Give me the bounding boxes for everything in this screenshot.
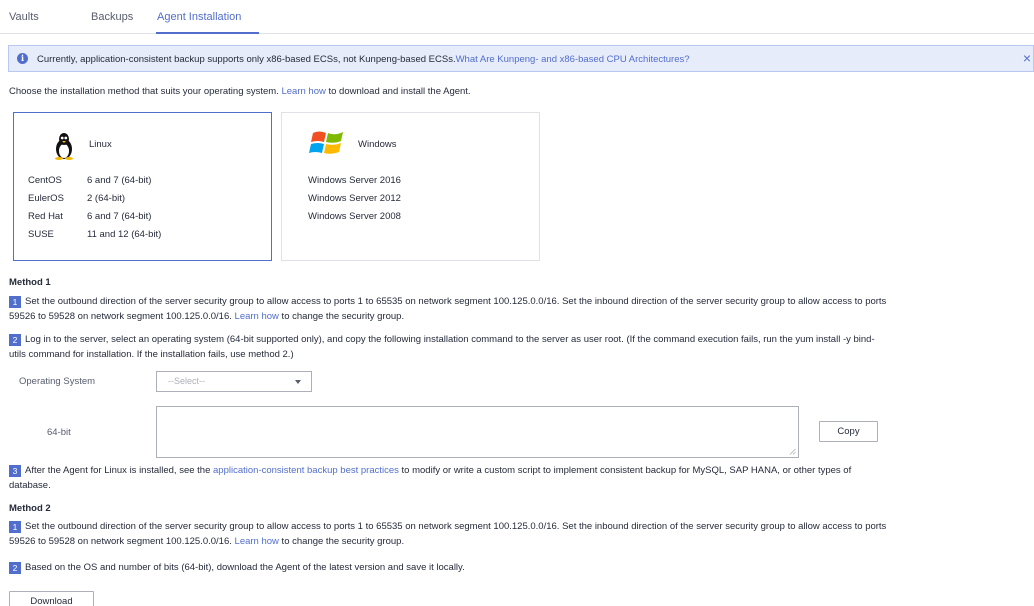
linux-card-title: Linux <box>89 139 112 150</box>
kunpeng-architecture-link[interactable]: What Are Kunpeng- and x86-based CPU Arch… <box>456 54 690 65</box>
step-text: to modify or write a custom script to im… <box>398 465 852 476</box>
bit-label: 64-bit <box>47 427 71 438</box>
windows-version: Windows Server 2012 <box>308 193 401 204</box>
best-practices-link[interactable]: application-consistent backup best pract… <box>213 465 399 476</box>
method-2-step-2: 2 Based on the OS and number of bits (64-… <box>9 562 1029 574</box>
step-text: Set the outbound direction of the server… <box>25 521 887 532</box>
notice-banner: i Currently, application-consistent back… <box>8 45 1034 72</box>
learn-how-install-link[interactable]: Learn how <box>281 86 325 97</box>
os-name: Red Hat <box>28 211 63 222</box>
step-text: After the Agent for Linux is installed, … <box>25 465 214 476</box>
step-text: Set the outbound direction of the server… <box>25 296 887 307</box>
active-tab-indicator <box>156 32 259 34</box>
linux-tux-icon <box>55 133 73 160</box>
method-2-step-1: 1 Set the outbound direction of the serve… <box>9 521 1029 548</box>
step-number: 1 <box>9 296 21 308</box>
step-number: 2 <box>9 562 21 574</box>
intro-before: Choose the installation method that suit… <box>9 86 282 97</box>
step-text: utils command for installation. If the i… <box>9 349 294 360</box>
step-text: database. <box>9 480 51 491</box>
step-number: 1 <box>9 521 21 533</box>
install-command-textarea[interactable] <box>156 406 799 458</box>
os-version: 6 and 7 (64-bit) <box>87 211 152 222</box>
notice-message: Currently, application-consistent backup… <box>37 54 690 65</box>
learn-how-security-group-link[interactable]: Learn how <box>235 536 279 547</box>
tab-agent-installation[interactable]: Agent Installation <box>157 11 241 23</box>
windows-logo-icon <box>309 131 343 154</box>
step-text: to change the security group. <box>278 536 405 547</box>
linux-os-card[interactable]: Linux CentOS 6 and 7 (64-bit) EulerOS 2 … <box>13 112 272 261</box>
select-placeholder: --Select-- <box>168 376 206 386</box>
os-name: EulerOS <box>28 193 64 204</box>
operating-system-select[interactable]: --Select-- <box>156 371 312 392</box>
step-number: 2 <box>9 334 21 346</box>
os-version: 11 and 12 (64-bit) <box>87 229 162 240</box>
step-text: Based on the OS and number of bits (64-b… <box>25 562 465 573</box>
method-1-step-1: 1 Set the outbound direction of the serve… <box>9 296 1029 323</box>
os-name: SUSE <box>28 229 54 240</box>
tab-bar: Vaults Backups Agent Installation <box>0 0 1034 34</box>
intro-after: to download and install the Agent. <box>325 86 471 97</box>
windows-os-card[interactable]: Windows Windows Server 2016 Windows Serv… <box>281 112 540 261</box>
operating-system-label: Operating System <box>19 376 96 387</box>
tab-backups[interactable]: Backups <box>91 11 133 23</box>
os-version: 2 (64-bit) <box>87 193 126 204</box>
step-text: Log in to the server, select an operatin… <box>25 334 875 345</box>
close-icon[interactable]: × <box>1023 50 1031 66</box>
step-text: 59526 to 59528 on network segment 100.12… <box>9 311 235 322</box>
intro-text: Choose the installation method that suit… <box>9 86 471 98</box>
method-2-title: Method 2 <box>9 503 51 514</box>
os-name: CentOS <box>28 175 62 186</box>
info-circle-icon: i <box>17 53 28 64</box>
step-text: to change the security group. <box>278 311 405 322</box>
method-1-step-3: 3 After the Agent for Linux is installed,… <box>9 465 1029 492</box>
notice-text: Currently, application-consistent backup… <box>37 54 456 65</box>
resize-grip-icon[interactable] <box>789 448 796 455</box>
learn-how-security-group-link[interactable]: Learn how <box>235 311 279 322</box>
os-version: 6 and 7 (64-bit) <box>87 175 152 186</box>
windows-card-title: Windows <box>358 139 397 150</box>
method-1-step-2: 2 Log in to the server, select an operati… <box>9 334 1029 361</box>
copy-button[interactable]: Copy <box>819 421 878 442</box>
step-text: 59526 to 59528 on network segment 100.12… <box>9 536 235 547</box>
step-number: 3 <box>9 465 21 477</box>
chevron-down-icon <box>295 380 301 384</box>
windows-version: Windows Server 2016 <box>308 175 401 186</box>
download-button[interactable]: Download <box>9 591 94 606</box>
windows-version: Windows Server 2008 <box>308 211 401 222</box>
tab-vaults[interactable]: Vaults <box>9 11 39 23</box>
method-1-title: Method 1 <box>9 277 51 288</box>
